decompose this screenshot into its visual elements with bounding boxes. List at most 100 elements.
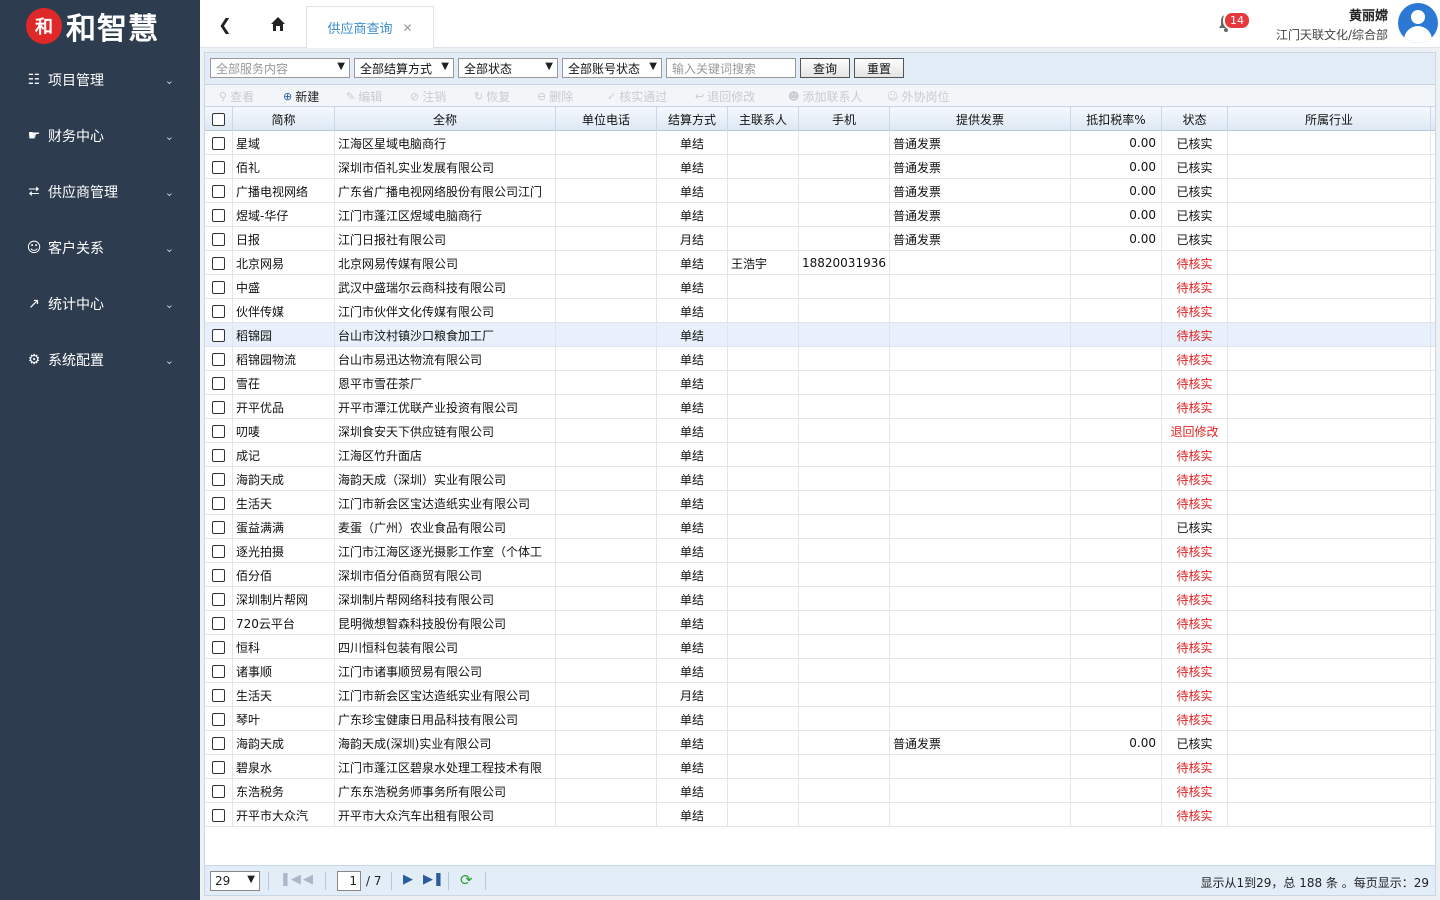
close-icon[interactable]: ✕ bbox=[402, 21, 412, 35]
row-checkbox[interactable] bbox=[205, 443, 233, 467]
table-row[interactable]: 叨唛 深圳食安天下供应链有限公司 单结 退回修改 bbox=[205, 419, 1435, 443]
home-button[interactable] bbox=[250, 0, 306, 48]
table-row[interactable]: 雪茌 恩平市雪茌茶厂 单结 待核实 bbox=[205, 371, 1435, 395]
table-row[interactable]: 稻锦园物流 台山市易迅达物流有限公司 单结 待核实 bbox=[205, 347, 1435, 371]
table-row[interactable]: 伙伴传媒 江门市伙伴文化传媒有限公司 单结 待核实 bbox=[205, 299, 1435, 323]
sidebar-item-0[interactable]: ☷ 项目管理 ⌄ bbox=[0, 52, 200, 108]
table-row[interactable]: 蛋益满满 麦蛋（广州）农业食品有限公司 单结 已核实 bbox=[205, 515, 1435, 539]
refresh-icon[interactable]: ⟳ bbox=[460, 871, 473, 889]
column-header[interactable]: 所属行业 bbox=[1228, 107, 1431, 131]
table-row[interactable]: 稻锦园 台山市汶村镇沙口粮食加工厂 单结 待核实 bbox=[205, 323, 1435, 347]
add-contact-button[interactable]: ☻ 添加联系人 bbox=[788, 88, 862, 105]
row-checkbox[interactable] bbox=[205, 227, 233, 251]
account-status-select[interactable]: 全部账号状态 ▼ bbox=[562, 58, 662, 78]
row-checkbox[interactable] bbox=[205, 275, 233, 299]
sidebar-item-2[interactable]: ⮂ 供应商管理 ⌄ bbox=[0, 164, 200, 220]
row-checkbox[interactable] bbox=[205, 611, 233, 635]
table-row[interactable]: 中盛 武汉中盛瑞尔云商科技有限公司 单结 待核实 bbox=[205, 275, 1435, 299]
query-button[interactable]: 查询 bbox=[800, 58, 850, 78]
table-row[interactable]: 北京网易 北京网易传媒有限公司 单结 王浩宇 18820031936 待核实 bbox=[205, 251, 1435, 275]
first-page-icon[interactable]: ❚◀ bbox=[280, 872, 301, 887]
row-checkbox[interactable] bbox=[205, 323, 233, 347]
row-checkbox[interactable] bbox=[205, 683, 233, 707]
sidebar-item-5[interactable]: ⚙ 系统配置 ⌄ bbox=[0, 332, 200, 388]
row-checkbox[interactable] bbox=[205, 755, 233, 779]
row-checkbox[interactable] bbox=[205, 419, 233, 443]
table-row[interactable]: 生活天 江门市新会区宝达造纸实业有限公司 单结 待核实 bbox=[205, 491, 1435, 515]
table-row[interactable]: 诸事顺 江门市诸事顺贸易有限公司 单结 待核实 bbox=[205, 659, 1435, 683]
table-row[interactable]: 深圳制片帮网 深圳制片帮网络科技有限公司 单结 待核实 bbox=[205, 587, 1435, 611]
row-checkbox[interactable] bbox=[205, 659, 233, 683]
row-checkbox[interactable] bbox=[205, 395, 233, 419]
column-header[interactable]: 单位电话 bbox=[556, 107, 657, 131]
column-header[interactable]: 简称 bbox=[233, 107, 335, 131]
row-checkbox[interactable] bbox=[205, 491, 233, 515]
sidebar-item-3[interactable]: ☺ 客户关系 ⌄ bbox=[0, 220, 200, 276]
verify-button[interactable]: ✓ 核实通过 bbox=[607, 88, 667, 105]
row-checkbox[interactable] bbox=[205, 515, 233, 539]
page-size-select[interactable]: 29 ▼ bbox=[210, 871, 260, 891]
row-checkbox[interactable] bbox=[205, 731, 233, 755]
table-row[interactable]: 碧泉水 江门市蓬江区碧泉水处理工程技术有限 单结 待核实 bbox=[205, 755, 1435, 779]
table-row[interactable]: 恒科 四川恒科包装有限公司 单结 待核实 bbox=[205, 635, 1435, 659]
new-button[interactable]: ⊕ 新建 bbox=[283, 88, 319, 105]
row-checkbox[interactable] bbox=[205, 539, 233, 563]
table-row[interactable]: 海韵天成 海韵天成（深圳）实业有限公司 单结 待核实 bbox=[205, 467, 1435, 491]
row-checkbox[interactable] bbox=[205, 635, 233, 659]
column-header[interactable]: 状态 bbox=[1162, 107, 1228, 131]
delete-button[interactable]: ⊖ 删除 bbox=[537, 88, 573, 105]
reset-button[interactable]: 重置 bbox=[854, 58, 904, 78]
user-name[interactable]: 黄丽嫦 bbox=[1349, 5, 1388, 24]
table-row[interactable]: 开平市大众汽 开平市大众汽车出租有限公司 单结 待核实 bbox=[205, 803, 1435, 827]
table-row[interactable]: 广播电视网络 广东省广播电视网络股份有限公司江门 单结 普通发票 0.00 已核实 bbox=[205, 179, 1435, 203]
column-header[interactable]: 提供发票 bbox=[890, 107, 1071, 131]
column-header[interactable]: 手机 bbox=[799, 107, 890, 131]
row-checkbox[interactable] bbox=[205, 131, 233, 155]
settle-select[interactable]: 全部结算方式 ▼ bbox=[354, 58, 454, 78]
edit-button[interactable]: ✎ 编辑 bbox=[346, 88, 382, 105]
keyword-input[interactable]: 输入关键词搜索 bbox=[666, 58, 796, 78]
column-header[interactable]: 结算方式 bbox=[657, 107, 728, 131]
row-checkbox[interactable] bbox=[205, 347, 233, 371]
view-button[interactable]: ⚲ 查看 bbox=[219, 88, 254, 105]
table-row[interactable]: 生活天 江门市新会区宝达造纸实业有限公司 月结 待核实 bbox=[205, 683, 1435, 707]
avatar[interactable] bbox=[1398, 3, 1438, 43]
row-checkbox[interactable] bbox=[205, 371, 233, 395]
last-page-icon[interactable]: ▶❚ bbox=[423, 872, 444, 887]
prev-page-icon[interactable]: ◀ bbox=[303, 872, 313, 887]
restore-button[interactable]: ↻ 恢复 bbox=[474, 88, 510, 105]
table-row[interactable]: 星域 江海区星域电脑商行 单结 普通发票 0.00 已核实 bbox=[205, 131, 1435, 155]
table-row[interactable]: 开平优品 开平市潭江优联产业投资有限公司 单结 待核实 bbox=[205, 395, 1435, 419]
column-header[interactable]: 主联系人 bbox=[728, 107, 799, 131]
table-row[interactable]: 东浩税务 广东东浩税务师事务所有限公司 单结 待核实 bbox=[205, 779, 1435, 803]
row-checkbox[interactable] bbox=[205, 179, 233, 203]
row-checkbox[interactable] bbox=[205, 251, 233, 275]
status-select[interactable]: 全部状态 ▼ bbox=[458, 58, 558, 78]
page-number-input[interactable]: 1 bbox=[337, 871, 361, 891]
sidebar-item-4[interactable]: ↗ 统计中心 ⌄ bbox=[0, 276, 200, 332]
sidebar-item-1[interactable]: ☛ 财务中心 ⌄ bbox=[0, 108, 200, 164]
external-button[interactable]: ☺ 外协岗位 bbox=[887, 88, 949, 105]
table-row[interactable]: 琴叶 广东珍宝健康日用品科技有限公司 单结 待核实 bbox=[205, 707, 1435, 731]
row-checkbox[interactable] bbox=[205, 467, 233, 491]
cancel-button[interactable]: ⊘ 注销 bbox=[410, 88, 446, 105]
table-row[interactable]: 佰分佰 深圳市佰分佰商贸有限公司 单结 待核实 bbox=[205, 563, 1435, 587]
row-checkbox[interactable] bbox=[205, 299, 233, 323]
row-checkbox[interactable] bbox=[205, 587, 233, 611]
return-button[interactable]: ↩ 退回修改 bbox=[695, 88, 755, 105]
row-checkbox[interactable] bbox=[205, 203, 233, 227]
back-button[interactable]: ❮ bbox=[200, 0, 250, 48]
table-row[interactable]: 720云平台 昆明微想智森科技股份有限公司 单结 待核实 bbox=[205, 611, 1435, 635]
column-header[interactable]: 全称 bbox=[335, 107, 556, 131]
tab-supplier-query[interactable]: 供应商查询 ✕ bbox=[306, 6, 434, 48]
table-row[interactable]: 佰礼 深圳市佰礼实业发展有限公司 单结 普通发票 0.00 已核实 bbox=[205, 155, 1435, 179]
row-checkbox[interactable] bbox=[205, 563, 233, 587]
table-row[interactable]: 成记 江海区竹升面店 单结 待核实 bbox=[205, 443, 1435, 467]
row-checkbox[interactable] bbox=[205, 155, 233, 179]
service-select[interactable]: 全部服务内容 ▼ bbox=[210, 58, 350, 78]
row-checkbox[interactable] bbox=[205, 779, 233, 803]
table-row[interactable]: 海韵天成 海韵天成(深圳)实业有限公司 单结 普通发票 0.00 已核实 bbox=[205, 731, 1435, 755]
next-page-icon[interactable]: ▶ bbox=[403, 872, 413, 887]
select-all-checkbox[interactable] bbox=[205, 107, 233, 131]
table-row[interactable]: 日报 江门日报社有限公司 月结 普通发票 0.00 已核实 bbox=[205, 227, 1435, 251]
